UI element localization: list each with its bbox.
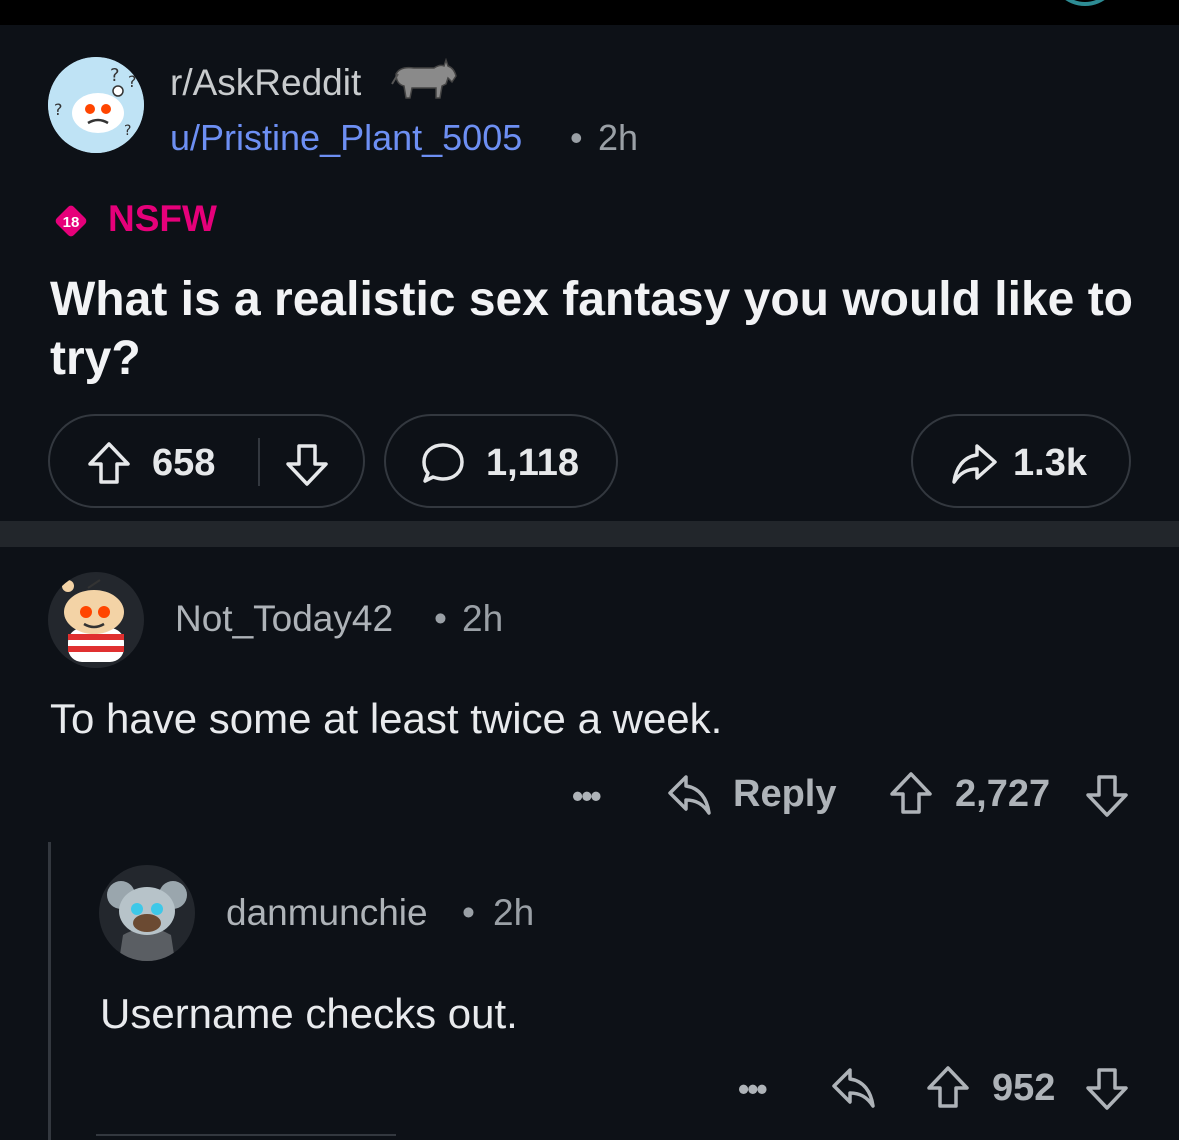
svg-text:18: 18 [63, 214, 80, 231]
comment-timestamp: 2h [493, 892, 535, 933]
comment-score: 2,727 [955, 773, 1051, 815]
comment-bubble-icon [420, 440, 466, 491]
comment-timestamp: 2h [462, 598, 504, 639]
comments-button[interactable]: 1,118 [384, 414, 618, 508]
subreddit-name[interactable]: r/AskReddit [170, 62, 361, 104]
post-vote-bar: 658 [48, 414, 365, 508]
post-title[interactable]: What is a realistic sex fantasy you woul… [50, 270, 1140, 388]
nsfw-18-icon: 18 [54, 204, 88, 238]
post-timestamp: 2h [598, 117, 639, 158]
meta-separator: • [570, 117, 583, 158]
nsfw-label: NSFW [108, 198, 217, 239]
reply-icon[interactable] [830, 1066, 876, 1115]
thread-line [96, 1134, 396, 1136]
avatar[interactable] [48, 572, 144, 668]
svg-text:?: ? [128, 72, 137, 91]
donkey-icon [390, 57, 460, 104]
share-button[interactable]: 1.3k [911, 414, 1131, 508]
share-arrow-icon [951, 442, 997, 491]
reply-icon[interactable] [666, 773, 712, 822]
downvote-icon[interactable] [1084, 1066, 1130, 1117]
snoo-koala-hoodie-icon [103, 867, 187, 961]
comment-body: Username checks out. [100, 990, 518, 1037]
subreddit-avatar[interactable]: ? ? ? ? [48, 57, 144, 153]
downvote-icon[interactable] [1084, 773, 1130, 824]
comment-author[interactable]: danmunchie [226, 892, 428, 934]
comment-author[interactable]: Not_Today42 [175, 598, 393, 640]
svg-text:?: ? [110, 65, 120, 86]
upvote-icon[interactable] [888, 770, 934, 821]
meta-separator: • [462, 892, 475, 933]
section-divider [0, 521, 1179, 547]
svg-text:?: ? [124, 123, 131, 139]
more-options-button[interactable]: ••• [572, 778, 602, 815]
reply-button[interactable]: Reply [733, 773, 836, 816]
vote-divider [258, 438, 260, 486]
upvote-icon[interactable] [925, 1064, 971, 1115]
status-bar [0, 0, 1179, 25]
post-author-link[interactable]: u/Pristine_Plant_5005 [170, 117, 522, 159]
downvote-icon[interactable] [284, 442, 330, 493]
comment-score: 952 [992, 1067, 1056, 1109]
share-count: 1.3k [1013, 442, 1087, 484]
comment-body: To have some at least twice a week. [50, 695, 723, 742]
snoo-striped-shirt-icon [62, 579, 124, 662]
upvote-icon[interactable] [86, 440, 132, 491]
thread-line[interactable] [48, 842, 51, 1140]
post-vote-count: 658 [152, 442, 216, 484]
avatar[interactable] [99, 865, 195, 961]
meta-separator: • [434, 598, 447, 639]
svg-text:?: ? [54, 100, 63, 119]
comment-count: 1,118 [486, 442, 579, 484]
snoo-question-icon: ? ? ? ? [48, 57, 144, 153]
more-options-button[interactable]: ••• [738, 1071, 768, 1108]
